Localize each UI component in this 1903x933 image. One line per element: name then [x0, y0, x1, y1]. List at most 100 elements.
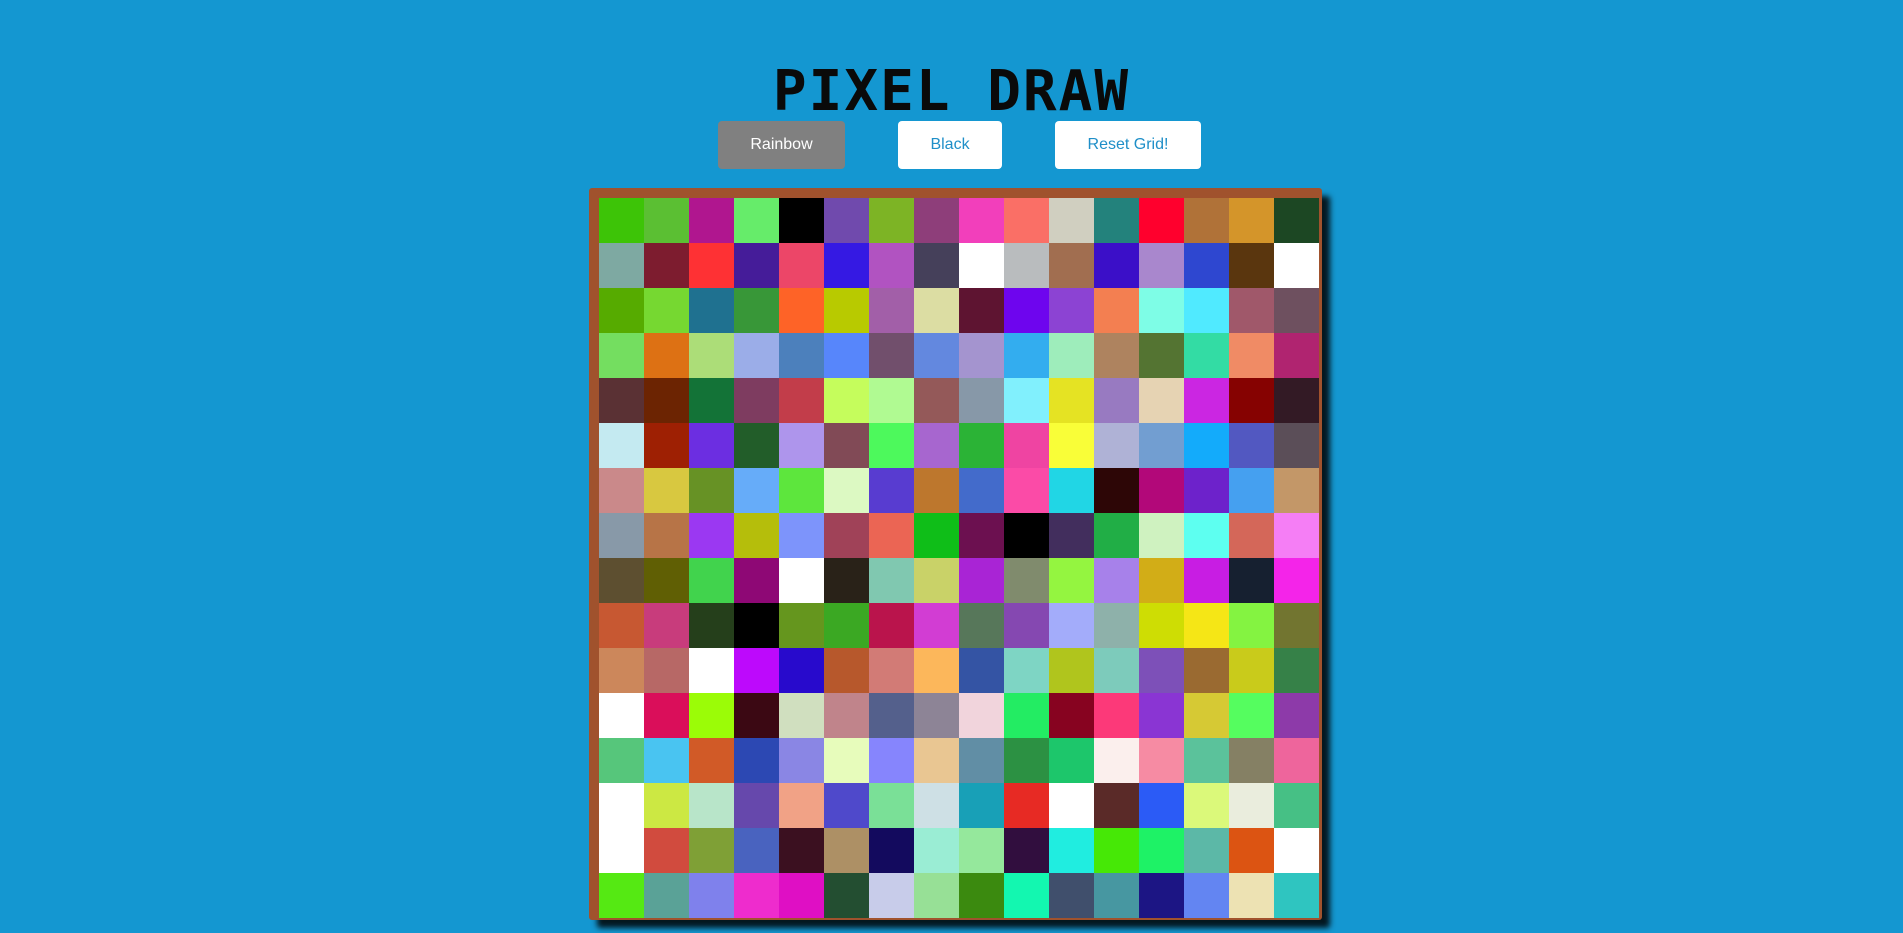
grid-cell[interactable] — [1139, 873, 1184, 918]
grid-cell[interactable] — [1229, 603, 1274, 648]
grid-cell[interactable] — [689, 558, 734, 603]
grid-cell[interactable] — [1094, 243, 1139, 288]
grid-cell[interactable] — [1184, 828, 1229, 873]
black-button[interactable]: Black — [898, 121, 1002, 169]
grid-cell[interactable] — [824, 648, 869, 693]
grid-cell[interactable] — [1274, 873, 1319, 918]
grid-cell[interactable] — [959, 333, 1004, 378]
grid-cell[interactable] — [734, 468, 779, 513]
grid-cell[interactable] — [734, 333, 779, 378]
grid-cell[interactable] — [644, 693, 689, 738]
grid-cell[interactable] — [869, 468, 914, 513]
grid-cell[interactable] — [689, 783, 734, 828]
grid-cell[interactable] — [644, 378, 689, 423]
grid-cell[interactable] — [1274, 828, 1319, 873]
grid-cell[interactable] — [1049, 243, 1094, 288]
grid-cell[interactable] — [869, 603, 914, 648]
grid-cell[interactable] — [1004, 828, 1049, 873]
grid-cell[interactable] — [644, 423, 689, 468]
grid-cell[interactable] — [1184, 378, 1229, 423]
grid-cell[interactable] — [1049, 198, 1094, 243]
grid-cell[interactable] — [1094, 873, 1139, 918]
rainbow-button[interactable]: Rainbow — [718, 121, 845, 169]
grid-cell[interactable] — [779, 423, 824, 468]
grid-cell[interactable] — [1229, 693, 1274, 738]
grid-cell[interactable] — [959, 828, 1004, 873]
grid-cell[interactable] — [644, 783, 689, 828]
grid-cell[interactable] — [1274, 783, 1319, 828]
grid-cell[interactable] — [824, 378, 869, 423]
grid-cell[interactable] — [959, 423, 1004, 468]
grid-cell[interactable] — [1094, 828, 1139, 873]
grid-cell[interactable] — [1184, 513, 1229, 558]
grid-cell[interactable] — [959, 738, 1004, 783]
grid-cell[interactable] — [824, 558, 869, 603]
grid-cell[interactable] — [914, 198, 959, 243]
grid-cell[interactable] — [1139, 513, 1184, 558]
grid-cell[interactable] — [1139, 378, 1184, 423]
grid-cell[interactable] — [644, 198, 689, 243]
grid-cell[interactable] — [959, 783, 1004, 828]
grid-cell[interactable] — [869, 738, 914, 783]
grid-cell[interactable] — [734, 288, 779, 333]
grid-cell[interactable] — [824, 693, 869, 738]
grid-cell[interactable] — [1049, 513, 1094, 558]
grid-cell[interactable] — [824, 468, 869, 513]
grid-cell[interactable] — [1094, 423, 1139, 468]
grid-cell[interactable] — [1274, 513, 1319, 558]
grid-cell[interactable] — [869, 243, 914, 288]
grid-cell[interactable] — [779, 468, 824, 513]
grid-cell[interactable] — [914, 288, 959, 333]
grid-cell[interactable] — [869, 828, 914, 873]
grid-cell[interactable] — [734, 783, 779, 828]
grid-cell[interactable] — [1094, 693, 1139, 738]
grid-cell[interactable] — [1139, 288, 1184, 333]
grid-cell[interactable] — [689, 423, 734, 468]
grid-cell[interactable] — [914, 693, 959, 738]
grid-cell[interactable] — [959, 693, 1004, 738]
grid-cell[interactable] — [599, 378, 644, 423]
grid-cell[interactable] — [824, 783, 869, 828]
grid-cell[interactable] — [1139, 693, 1184, 738]
grid-cell[interactable] — [1049, 378, 1094, 423]
grid-cell[interactable] — [959, 468, 1004, 513]
grid-cell[interactable] — [1049, 738, 1094, 783]
grid-cell[interactable] — [1004, 513, 1049, 558]
grid-cell[interactable] — [914, 558, 959, 603]
grid-cell[interactable] — [1049, 693, 1094, 738]
grid-cell[interactable] — [644, 288, 689, 333]
grid-cell[interactable] — [1139, 783, 1184, 828]
grid-cell[interactable] — [1139, 468, 1184, 513]
grid-cell[interactable] — [644, 333, 689, 378]
grid-cell[interactable] — [1004, 423, 1049, 468]
grid-cell[interactable] — [824, 873, 869, 918]
grid-cell[interactable] — [1004, 783, 1049, 828]
grid-cell[interactable] — [779, 288, 824, 333]
grid-cell[interactable] — [599, 603, 644, 648]
grid-cell[interactable] — [644, 648, 689, 693]
grid-cell[interactable] — [869, 378, 914, 423]
grid-cell[interactable] — [1184, 783, 1229, 828]
grid-cell[interactable] — [959, 513, 1004, 558]
grid-cell[interactable] — [1004, 603, 1049, 648]
grid-cell[interactable] — [1184, 423, 1229, 468]
grid-cell[interactable] — [1004, 873, 1049, 918]
grid-cell[interactable] — [914, 333, 959, 378]
grid-cell[interactable] — [1094, 558, 1139, 603]
grid-cell[interactable] — [1229, 198, 1274, 243]
grid-cell[interactable] — [599, 648, 644, 693]
grid-cell[interactable] — [824, 828, 869, 873]
grid-cell[interactable] — [1184, 558, 1229, 603]
grid-cell[interactable] — [599, 693, 644, 738]
grid-cell[interactable] — [1094, 198, 1139, 243]
grid-cell[interactable] — [734, 648, 779, 693]
grid-cell[interactable] — [1049, 468, 1094, 513]
grid-cell[interactable] — [824, 333, 869, 378]
grid-cell[interactable] — [1184, 693, 1229, 738]
grid-cell[interactable] — [1049, 603, 1094, 648]
grid-cell[interactable] — [1139, 423, 1184, 468]
grid-cell[interactable] — [869, 693, 914, 738]
grid-cell[interactable] — [914, 243, 959, 288]
grid-cell[interactable] — [1274, 378, 1319, 423]
grid-cell[interactable] — [599, 198, 644, 243]
